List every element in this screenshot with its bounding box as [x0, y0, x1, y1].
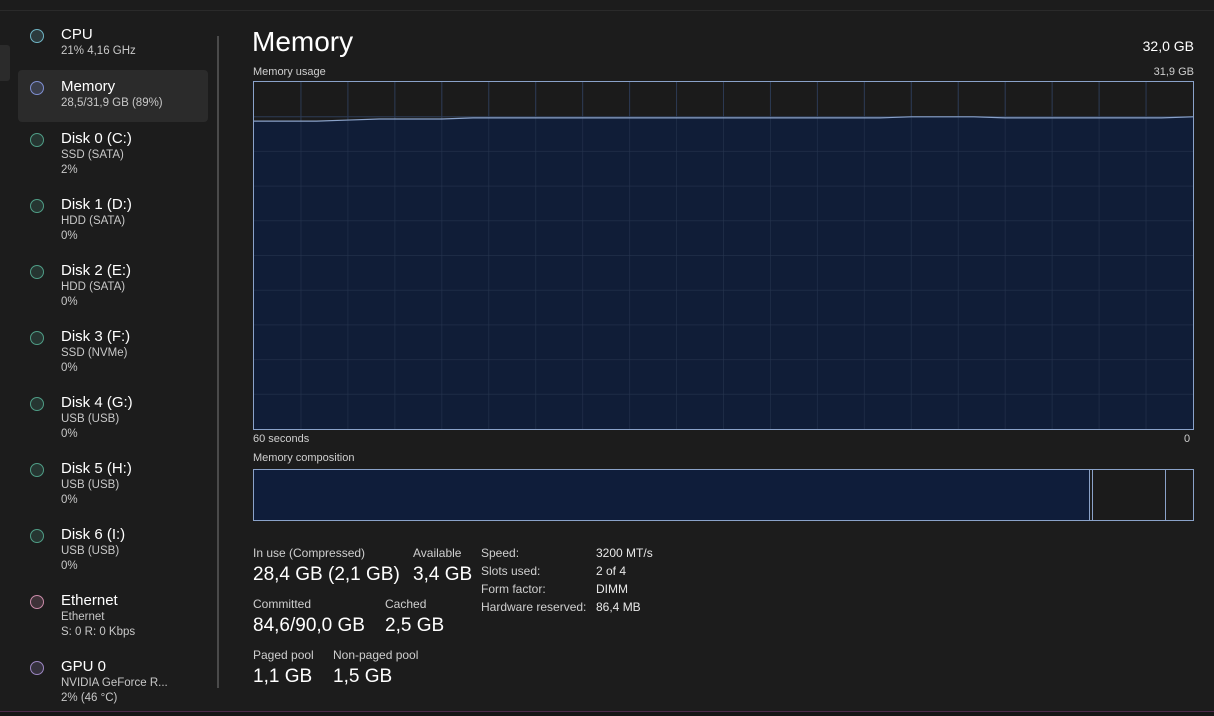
stat-label: Non-paged pool — [333, 648, 419, 662]
disk-graph-icon — [30, 265, 44, 279]
stat-label: Available — [413, 546, 462, 560]
performance-sidebar: CPU 21% 4,16 GHz Memory 28,5/31,9 GB (89… — [18, 18, 208, 708]
sidebar-item-detail: NVIDIA GeForce R... — [61, 677, 168, 689]
spec-hwres-value: 86,4 MB — [596, 600, 641, 614]
composition-label: Memory composition — [253, 452, 355, 464]
sidebar-item-detail: USB (USB) — [61, 413, 120, 425]
sidebar-item-disk0[interactable]: Disk 0 (C:) SSD (SATA) 2% — [18, 122, 208, 188]
spec-slots-value: 2 of 4 — [596, 564, 627, 578]
stat-label: Paged pool — [253, 648, 314, 662]
sidebar-item-usage: 2% (46 °C) — [61, 692, 118, 704]
stat-non-paged-pool: Non-paged pool 1,5 GB — [333, 648, 418, 689]
spec-slots-label: Slots used: — [481, 564, 541, 578]
sidebar-item-detail: Ethernet — [61, 611, 105, 623]
graph-axis-zero: 0 — [1184, 433, 1191, 445]
sidebar-item-usage: 0% — [61, 560, 78, 572]
sidebar-item-usage: 0% — [61, 428, 78, 440]
sidebar-item-title: Memory — [61, 78, 116, 95]
disk-graph-icon — [30, 397, 44, 411]
disk-graph-icon — [30, 529, 44, 543]
sidebar-item-disk1[interactable]: Disk 1 (D:) HDD (SATA) 0% — [18, 188, 208, 254]
sidebar-item-title: GPU 0 — [61, 658, 107, 675]
sidebar-item-disk3[interactable]: Disk 3 (F:) SSD (NVMe) 0% — [18, 320, 208, 386]
sidebar-item-title: Disk 6 (I:) — [61, 526, 126, 543]
stat-available: Available 3,4 GB — [413, 546, 472, 587]
spec-form-value: DIMM — [596, 582, 628, 596]
stat-cached: Cached 2,5 GB — [385, 597, 444, 638]
stat-committed: Committed 84,6/90,0 GB — [253, 597, 365, 638]
sidebar-item-disk2[interactable]: Disk 2 (E:) HDD (SATA) 0% — [18, 254, 208, 320]
sidebar-item-disk4[interactable]: Disk 4 (G:) USB (USB) 0% — [18, 386, 208, 452]
spec-form-label: Form factor: — [481, 582, 546, 596]
sidebar-item-detail: SSD (SATA) — [61, 149, 124, 161]
composition-in-use — [254, 470, 1090, 520]
stat-label: In use (Compressed) — [253, 546, 366, 560]
stat-value: 84,6/90,0 GB — [253, 615, 365, 636]
sidebar-item-title: Disk 3 (F:) — [61, 328, 131, 345]
stat-paged-pool: Paged pool 1,1 GB — [253, 648, 314, 689]
spec-hwres-label: Hardware reserved: — [481, 600, 587, 614]
sidebar-item-detail: USB (USB) — [61, 545, 120, 557]
usage-graph-max: 31,9 GB — [1153, 66, 1194, 78]
sidebar-item-title: Ethernet — [61, 592, 118, 609]
sidebar-item-cpu[interactable]: CPU 21% 4,16 GHz — [18, 18, 208, 70]
composition-standby — [1093, 470, 1167, 520]
sidebar-item-ethernet[interactable]: Ethernet Ethernet S: 0 R: 0 Kbps — [18, 584, 208, 650]
sidebar-item-memory[interactable]: Memory 28,5/31,9 GB (89%) — [18, 70, 208, 122]
gpu-graph-icon — [30, 661, 44, 675]
total-memory: 32,0 GB — [1142, 38, 1194, 54]
cpu-graph-icon — [30, 29, 44, 43]
sidebar-item-usage: S: 0 R: 0 Kbps — [61, 626, 136, 638]
sidebar-splitter[interactable] — [217, 36, 219, 688]
sidebar-item-disk6[interactable]: Disk 6 (I:) USB (USB) 0% — [18, 518, 208, 584]
top-divider — [0, 10, 1214, 11]
stat-value: 28,4 GB (2,1 GB) — [253, 564, 400, 585]
spec-speed-value: 3200 MT/s — [596, 546, 653, 560]
stat-label: Cached — [385, 597, 427, 611]
spec-speed-label: Speed: — [481, 546, 520, 560]
sidebar-item-usage: 0% — [61, 494, 78, 506]
nav-rail-indicator[interactable] — [0, 45, 10, 81]
sidebar-item-title: Disk 1 (D:) — [61, 196, 132, 213]
sidebar-item-title: Disk 0 (C:) — [61, 130, 132, 147]
usage-graph-label: Memory usage — [253, 66, 326, 78]
sidebar-item-title: Disk 4 (G:) — [61, 394, 133, 411]
sidebar-item-gpu0[interactable]: GPU 0 NVIDIA GeForce R... 2% (46 °C) — [18, 650, 208, 716]
sidebar-item-title: Disk 2 (E:) — [61, 262, 132, 279]
ethernet-graph-icon — [30, 595, 44, 609]
graph-time-axis-label: 60 seconds — [253, 433, 310, 445]
memory-graph-icon — [30, 81, 44, 95]
stat-value: 2,5 GB — [385, 615, 445, 636]
stat-in-use: In use (Compressed) 28,4 GB (2,1 GB) — [253, 546, 400, 587]
memory-usage-graph — [253, 81, 1194, 430]
disk-graph-icon — [30, 133, 44, 147]
sidebar-item-usage: 0% — [61, 230, 78, 242]
sidebar-item-title: CPU — [61, 26, 93, 43]
sidebar-item-detail: 28,5/31,9 GB (89%) — [61, 97, 163, 109]
sidebar-item-detail: HDD (SATA) — [61, 215, 126, 227]
stat-value: 3,4 GB — [413, 564, 473, 585]
disk-graph-icon — [30, 199, 44, 213]
disk-graph-icon — [30, 463, 44, 477]
sidebar-item-usage: 2% — [61, 164, 78, 176]
sidebar-item-detail: SSD (NVMe) — [61, 347, 128, 359]
sidebar-item-detail: 21% 4,16 GHz — [61, 45, 136, 57]
stat-value: 1,1 GB — [253, 666, 313, 687]
sidebar-item-usage: 0% — [61, 362, 78, 374]
sidebar-item-detail: HDD (SATA) — [61, 281, 126, 293]
stat-label: Committed — [253, 597, 312, 611]
sidebar-item-title: Disk 5 (H:) — [61, 460, 132, 477]
memory-composition-bar — [253, 469, 1194, 521]
sidebar-item-usage: 0% — [61, 296, 78, 308]
stat-value: 1,5 GB — [333, 666, 393, 687]
bottom-edge — [0, 711, 1214, 716]
sidebar-item-disk5[interactable]: Disk 5 (H:) USB (USB) 0% — [18, 452, 208, 518]
memory-usage-chart — [254, 82, 1193, 429]
page-title: Memory — [252, 26, 354, 57]
sidebar-item-detail: USB (USB) — [61, 479, 120, 491]
disk-graph-icon — [30, 331, 44, 345]
